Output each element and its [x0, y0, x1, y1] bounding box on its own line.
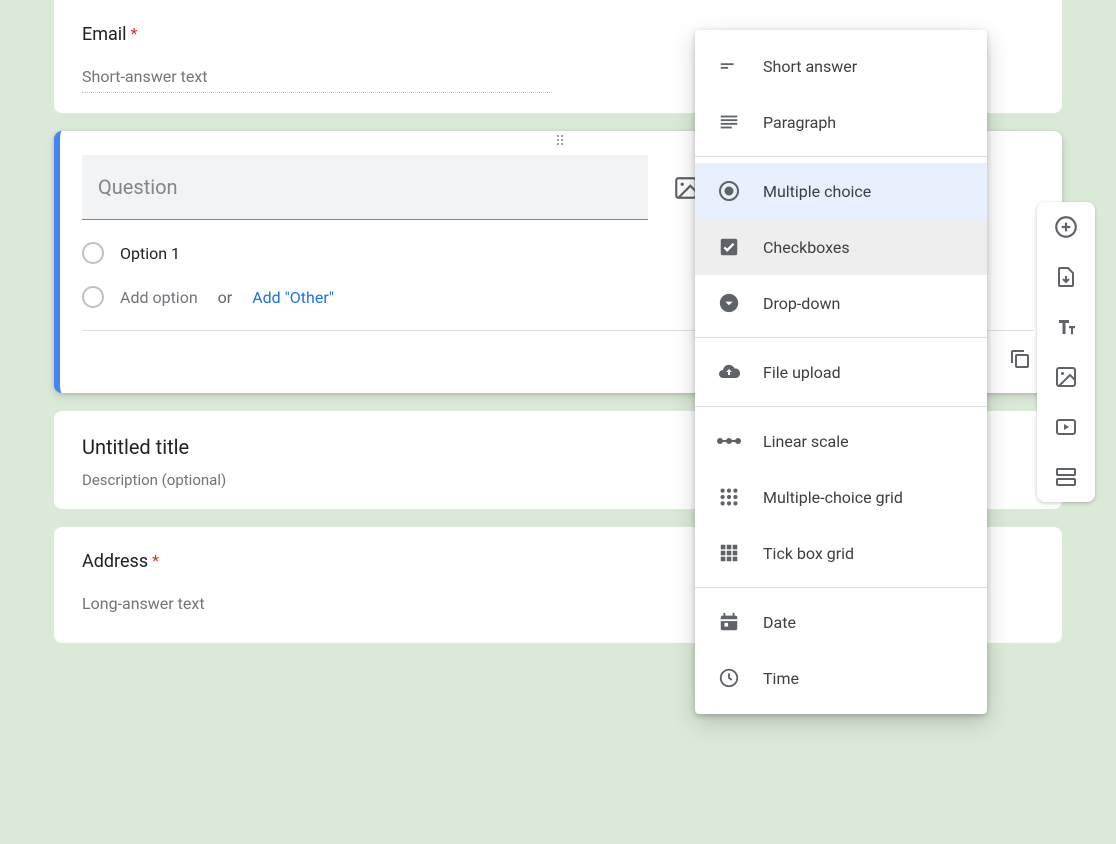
required-asterisk: *: [152, 551, 159, 570]
drag-handle-icon[interactable]: ⠿: [555, 139, 567, 145]
menu-label: Time: [763, 669, 799, 688]
menu-label: Date: [763, 613, 796, 632]
import-icon: [1054, 265, 1078, 289]
menu-item-date[interactable]: Date: [695, 594, 987, 650]
clock-icon: [715, 666, 743, 690]
paragraph-icon: [715, 110, 743, 134]
square-grid-icon: [715, 541, 743, 565]
radio-icon: [82, 286, 104, 308]
or-text: or: [218, 288, 233, 307]
dropdown-icon: [715, 291, 743, 315]
menu-item-linear-scale[interactable]: Linear scale: [695, 413, 987, 469]
menu-item-checkboxes[interactable]: Checkboxes: [695, 219, 987, 275]
menu-item-time[interactable]: Time: [695, 650, 987, 706]
menu-item-tick-grid[interactable]: Tick box grid: [695, 525, 987, 581]
add-section-button[interactable]: [1051, 462, 1081, 492]
video-icon: [1054, 415, 1078, 439]
duplicate-icon: [1008, 347, 1032, 371]
plus-circle-icon: [1053, 214, 1079, 240]
add-option-button[interactable]: Add option: [120, 288, 198, 307]
radio-icon: [82, 242, 104, 264]
add-other-button[interactable]: Add "Other": [252, 288, 334, 307]
menu-item-paragraph[interactable]: Paragraph: [695, 94, 987, 150]
menu-label: Multiple choice: [763, 182, 871, 201]
menu-label: Linear scale: [763, 432, 849, 451]
linear-scale-icon: [715, 429, 743, 453]
import-questions-button[interactable]: [1051, 262, 1081, 292]
menu-label: Short answer: [763, 57, 857, 76]
add-question-button[interactable]: [1051, 212, 1081, 242]
option-text[interactable]: Option 1: [120, 244, 180, 263]
menu-label: Tick box grid: [763, 544, 854, 563]
radio-checked-icon: [715, 179, 743, 203]
menu-label: Multiple-choice grid: [763, 488, 903, 507]
dot-grid-icon: [715, 485, 743, 509]
menu-divider: [695, 587, 987, 588]
cloud-upload-icon: [715, 360, 743, 384]
section-icon: [1054, 465, 1078, 489]
question-title-input[interactable]: [82, 155, 648, 220]
question-type-menu[interactable]: Short answer Paragraph Multiple choice C…: [695, 30, 987, 714]
menu-divider: [695, 156, 987, 157]
add-title-button[interactable]: [1051, 312, 1081, 342]
menu-divider: [695, 337, 987, 338]
image-icon: [1054, 365, 1078, 389]
menu-item-mc-grid[interactable]: Multiple-choice grid: [695, 469, 987, 525]
email-title-text: Email: [82, 24, 127, 45]
menu-divider: [695, 406, 987, 407]
calendar-icon: [715, 610, 743, 634]
add-video-button[interactable]: [1051, 412, 1081, 442]
text-icon: [1054, 315, 1078, 339]
short-answer-icon: [715, 54, 743, 78]
add-image-button-toolbar[interactable]: [1051, 362, 1081, 392]
menu-item-file-upload[interactable]: File upload: [695, 344, 987, 400]
menu-item-short-answer[interactable]: Short answer: [695, 38, 987, 94]
menu-item-multiple-choice[interactable]: Multiple choice: [695, 163, 987, 219]
duplicate-button[interactable]: [1006, 345, 1034, 373]
menu-label: Checkboxes: [763, 238, 850, 257]
required-asterisk: *: [131, 24, 138, 43]
menu-label: Drop-down: [763, 294, 840, 313]
checkbox-icon: [715, 235, 743, 259]
menu-label: File upload: [763, 363, 841, 382]
address-title-text: Address: [82, 551, 148, 572]
menu-item-dropdown[interactable]: Drop-down: [695, 275, 987, 331]
menu-label: Paragraph: [763, 113, 836, 132]
short-answer-placeholder: Short-answer text: [82, 67, 552, 93]
side-toolbar: [1037, 202, 1095, 502]
